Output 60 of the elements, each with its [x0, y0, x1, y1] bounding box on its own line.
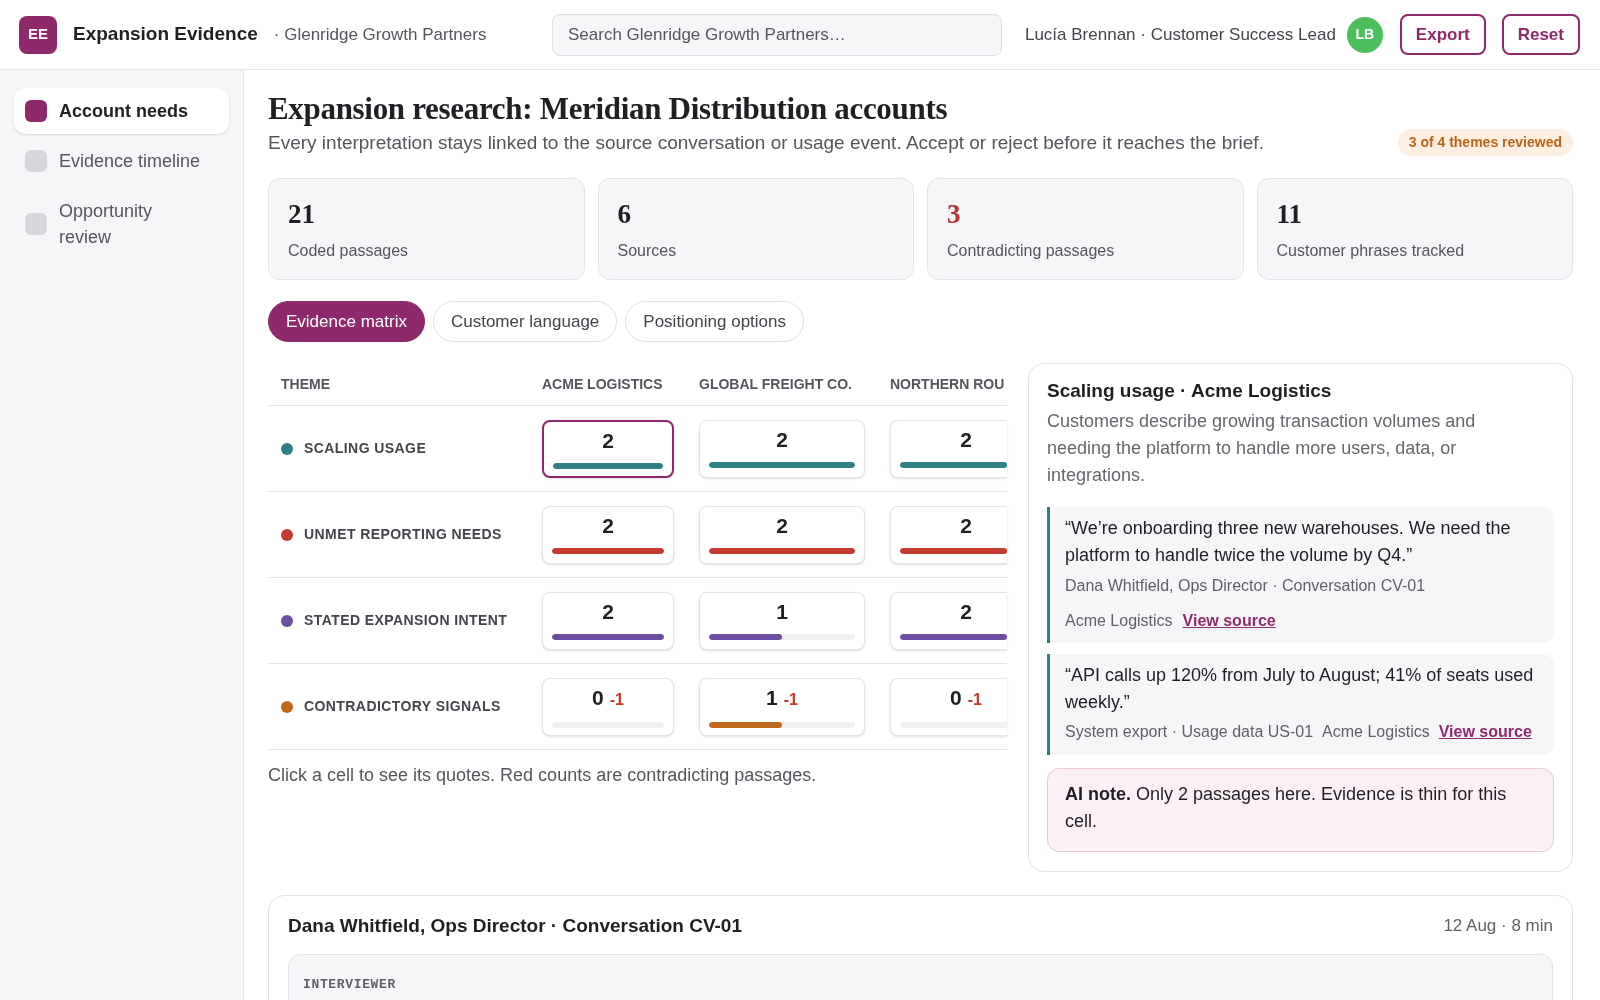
header-button[interactable]: Reset: [1501, 14, 1580, 55]
matrix-hint: Click a cell to see its quotes. Red counts are contradicting passages.: [268, 764, 818, 787]
page-subtitle: Every interpretation stays linked to the source conversation or usage event. Accept or reject before it reaches the brief.: [268, 130, 1264, 155]
app-logo: EE: [19, 15, 57, 54]
panel-title: Scaling usage · Acme Logistics: [1047, 379, 1333, 403]
theme-label: SCALING USAGE: [304, 439, 427, 458]
quote-text: “API calls up 120% from July to August; 41% of seats used weekly.”: [1065, 664, 1535, 714]
stat-label: Sources: [617, 241, 678, 261]
account-label: Acme Logistics: [1065, 611, 1173, 631]
matrix-cell[interactable]: 2: [890, 505, 1007, 564]
ai-note: AI note. Only 2 passages here. Evidence is thin for this cell.: [1047, 768, 1554, 852]
stat-value: 3: [947, 198, 962, 231]
matrix-cell[interactable]: 1: [699, 591, 865, 650]
view-source-link[interactable]: View source: [1438, 721, 1532, 743]
page-title: Expansion research: Meridian Distribution accounts: [268, 91, 949, 127]
search-field[interactable]: Search Glenridge Growth Partners…: [552, 13, 1002, 56]
user-info: Lucía Brennan · Customer Success Lead: [1024, 23, 1336, 46]
matrix-cell[interactable]: 2: [890, 591, 1007, 650]
stat-label: Coded passages: [288, 241, 410, 261]
matrix-cell[interactable]: 0 -1: [542, 677, 674, 736]
quote-text: “We’re onboarding three new warehouses. We need the platform to handle twice the volume by Q4.”: [1065, 517, 1512, 567]
stat-value: 11: [1276, 198, 1303, 231]
stat-label: Customer phrases tracked: [1276, 241, 1466, 261]
transcript-meta: 12 Aug · 8 min: [1443, 915, 1553, 938]
matrix-cell[interactable]: 2: [699, 419, 865, 478]
matrix-cell[interactable]: 2: [542, 591, 674, 650]
quote-attribution: Dana Whitfield, Ops Director · Conversation CV-01: [1065, 576, 1426, 596]
matrix-cell[interactable]: 0 -1: [890, 677, 1007, 736]
tab[interactable]: Positioning options: [625, 301, 805, 342]
stat-value: 21: [288, 198, 316, 231]
sidebar-item[interactable]: Account needs: [14, 88, 229, 134]
review-progress-badge: 3 of 4 themes reviewed: [1397, 129, 1573, 156]
theme-label: STATED EXPANSION INTENT: [304, 611, 508, 630]
speaker-label: INTERVIEWER: [303, 977, 396, 992]
column-header: ACME LOGISTICS: [542, 374, 663, 394]
matrix-cell[interactable]: 2: [699, 505, 865, 564]
header-button[interactable]: Export: [1399, 14, 1486, 55]
account-label: Acme Logistics: [1322, 722, 1430, 742]
stat-label: Contradicting passages: [947, 241, 1116, 261]
column-header: GLOBAL FREIGHT CO.: [699, 374, 852, 394]
transcript-title: Dana Whitfield, Ops Director · Conversation CV-01: [288, 914, 742, 938]
panel-description: Customers describe growing transaction volumes and needing the platform to handle more users, data, or integrations.: [1047, 410, 1477, 487]
matrix-cell[interactable]: 2: [542, 419, 674, 478]
tab[interactable]: Evidence matrix: [268, 301, 425, 342]
column-header: NORTHERN ROU: [890, 374, 1005, 394]
stat-value: 6: [617, 198, 632, 231]
column-header: THEME: [281, 374, 330, 394]
theme-label: UNMET REPORTING NEEDS: [304, 525, 502, 544]
app-title: Expansion Evidence: [73, 22, 258, 47]
matrix-cell[interactable]: 1 -1: [699, 677, 865, 736]
matrix-cell[interactable]: 2: [542, 505, 674, 564]
view-source-link[interactable]: View source: [1182, 610, 1276, 632]
matrix-cell[interactable]: 2: [890, 419, 1007, 478]
sidebar-item[interactable]: Opportunity review: [14, 188, 229, 260]
tab[interactable]: Customer language: [432, 301, 618, 342]
quote-attribution: System export · Usage data US-01: [1065, 722, 1314, 742]
sidebar-item[interactable]: Evidence timeline: [14, 138, 229, 184]
workspace-name: · Glenridge Growth Partners: [273, 23, 487, 46]
theme-label: CONTRADICTORY SIGNALS: [304, 697, 501, 716]
avatar-initials: LB: [1346, 16, 1383, 53]
